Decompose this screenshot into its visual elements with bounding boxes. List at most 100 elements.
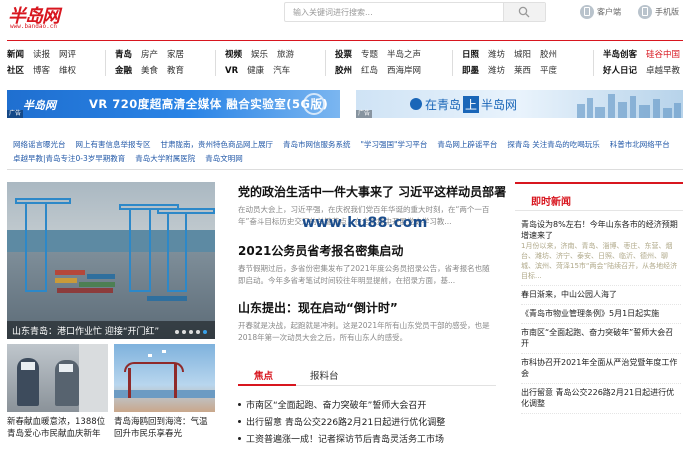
slide-dot[interactable] <box>189 330 193 334</box>
instant-news-item-title: 《青岛市物业管理条例》5月1日起实施 <box>521 309 660 318</box>
service-link[interactable]: 青岛网上辟谣平台 <box>437 140 497 149</box>
crane-arm <box>15 198 71 204</box>
nav-link[interactable]: 莱西 <box>514 64 531 76</box>
nav-link[interactable]: 金融 <box>115 64 132 76</box>
news-thumbnail[interactable] <box>7 344 108 412</box>
news-thumbnail[interactable] <box>114 344 215 412</box>
search-box <box>284 2 546 22</box>
gull <box>162 350 166 353</box>
nav-link[interactable]: 娱乐 <box>251 48 268 60</box>
window <box>79 344 108 412</box>
instant-news-item[interactable]: 青岛设为8%左右！今年山东各市的经济预期增速来了 1月份以来，济南、青岛、淄博、枣… <box>521 216 681 286</box>
nav-link[interactable]: 博客 <box>33 64 50 76</box>
service-links-row-2: 卓越早教|青岛专注0-3岁早期教育 青岛大学附属医院 青岛文明网 <box>13 153 683 164</box>
feed-item[interactable]: 出行留意 青岛公交226路2月21日起进行优化调整 <box>238 415 496 432</box>
mobile-link[interactable]: 手机版 <box>638 5 679 19</box>
banner-text: VR 720度超高清全媒体 融合实验室(5G版) <box>89 97 329 111</box>
slide-dot[interactable] <box>196 330 200 334</box>
location-pin-icon <box>410 98 422 110</box>
crane <box>25 202 47 292</box>
search-input[interactable] <box>285 3 503 21</box>
nav-link[interactable]: 半岛创客 <box>603 48 637 60</box>
slide-dot[interactable] <box>175 330 179 334</box>
service-link[interactable]: 卓越早教|青岛专注0-3岁早期教育 <box>13 154 125 163</box>
nav-link[interactable]: 读报 <box>33 48 50 60</box>
instant-news-item[interactable]: 市科协召开2021年全面从严治党暨年度工作会 <box>521 354 681 384</box>
nav-link[interactable]: VR <box>225 66 238 76</box>
nav-link[interactable]: 社区 <box>7 64 24 76</box>
tab-focus[interactable]: 焦点 <box>254 368 273 382</box>
nav-link[interactable]: 西海岸网 <box>387 64 421 76</box>
service-link[interactable]: 网上有害信息举报专区 <box>76 140 151 149</box>
slogan-post: 半岛网 <box>481 98 518 112</box>
nav-link[interactable]: 房产 <box>141 48 158 60</box>
thumbnail-caption[interactable]: 青岛海鸥回到海湾：气温回升市民乐享春光 <box>114 416 215 440</box>
nav-link[interactable]: 网评 <box>59 48 76 60</box>
banner-slogan: 在青岛上半岛网 <box>410 96 517 113</box>
feed-item[interactable]: 工资普遍涨一成！记者探访节后青岛灵活务工市场 <box>238 432 496 449</box>
nav-row: 胶州 红岛 西海岸网 <box>335 64 430 76</box>
service-link[interactable]: 青岛市网信服务系统 <box>283 140 351 149</box>
service-link[interactable]: 青岛大学附属医院 <box>135 154 195 163</box>
service-link[interactable]: 网络谣言曝光台 <box>13 140 66 149</box>
nav-link[interactable]: 教育 <box>167 64 184 76</box>
nav-link[interactable]: 半岛之声 <box>387 48 421 60</box>
tab-tipoff[interactable]: 报料台 <box>310 368 339 382</box>
main-nav: 新闻 读报 网评 社区 博客 维权 青岛 房产 家居 金融 美食 教育 视频 娱乐 旅游 VR 健康 汽车 投票 专题… <box>7 48 687 78</box>
vr-lab-banner[interactable]: 半岛网 VR 720度超高清全媒体 融合实验室(5G版) 广告 <box>7 90 340 118</box>
service-link[interactable]: 科普市北网络平台 <box>610 140 670 149</box>
photo-slideshow[interactable]: 山东青岛：港口作业忙 迎接“开门红” <box>7 182 215 339</box>
search-button[interactable] <box>503 3 545 21</box>
service-link[interactable]: "学习强国"学习平台 <box>361 140 428 149</box>
nav-link[interactable]: 即墨 <box>462 64 479 76</box>
thumbnail-caption[interactable]: 新春献血暖意浓，1388位青岛爱心市民献血庆新年 <box>7 416 108 440</box>
nav-link[interactable]: 汽车 <box>273 64 290 76</box>
nav-link[interactable]: 平度 <box>540 64 557 76</box>
nav-link[interactable]: 潍坊 <box>488 64 505 76</box>
logo-url: www.bandao.cn <box>10 23 57 30</box>
headline-title[interactable]: 党的政治生活中一件大事来了 习近平这样动员部署 <box>238 183 506 200</box>
slide-dot[interactable] <box>182 330 186 334</box>
sculpture-post <box>128 368 131 398</box>
nav-link[interactable]: 卓越早教 <box>646 64 680 76</box>
nav-link[interactable]: 投票 <box>335 48 352 60</box>
instant-news-item-summary: 1月份以来，济南、青岛、淄博、枣庄、东营、烟台、潍坊、济宁、泰安、日照、临沂、德… <box>521 242 678 280</box>
nav-link[interactable]: 硅谷中国 <box>646 48 680 60</box>
nav-link[interactable]: 红岛 <box>361 64 378 76</box>
nav-link[interactable]: 美食 <box>141 64 158 76</box>
crane <box>129 208 151 292</box>
nav-link[interactable]: 日照 <box>462 48 479 60</box>
instant-news-item[interactable]: 市南区“全面起跑、奋力突破年”誓师大会召开 <box>521 324 681 354</box>
nav-link[interactable]: 潍坊 <box>488 48 505 60</box>
nav-link[interactable]: 新闻 <box>7 48 24 60</box>
nav-link[interactable]: 视频 <box>225 48 242 60</box>
headline-title[interactable]: 山东提出：现在启动“倒计时” <box>238 299 496 316</box>
nav-link[interactable]: 维权 <box>59 64 76 76</box>
instant-news-item[interactable]: 出行留意 青岛公交226路2月21日起进行优化调整 <box>521 384 681 414</box>
nav-separator <box>215 50 216 76</box>
service-link[interactable]: 探青岛 关注青岛的吃喝玩乐 <box>507 140 599 149</box>
nav-link[interactable]: 青岛 <box>115 48 132 60</box>
site-logo[interactable]: 半岛网 www.bandao.cn <box>8 2 78 32</box>
instant-news-item[interactable]: 春日渐来，中山公园人海了 <box>521 286 681 305</box>
instant-news-item[interactable]: 《青岛市物业管理条例》5月1日起实施 <box>521 305 681 324</box>
nav-separator <box>593 50 594 76</box>
nav-link[interactable]: 专题 <box>361 48 378 60</box>
nav-link[interactable]: 健康 <box>247 64 264 76</box>
service-link[interactable]: 青岛文明网 <box>205 154 243 163</box>
feed-item[interactable]: 市南区“全面起跑、奋力突破年”誓师大会召开 <box>238 398 496 415</box>
nav-link[interactable]: 胶州 <box>540 48 557 60</box>
nav-row: VR 健康 汽车 <box>225 64 299 76</box>
slide-dot-active[interactable] <box>203 330 207 334</box>
nav-row: 青岛 房产 家居 <box>115 48 193 60</box>
container <box>57 288 113 293</box>
nav-link[interactable]: 旅游 <box>277 48 294 60</box>
service-link[interactable]: 甘肃陇南，贵州特色商品网上展厅 <box>161 140 274 149</box>
nav-link[interactable]: 胶州 <box>335 64 352 76</box>
nav-link[interactable]: 城阳 <box>514 48 531 60</box>
nav-link[interactable]: 好人日记 <box>603 64 637 76</box>
qingdao-banner[interactable]: 在青岛上半岛网 广告 <box>356 90 683 118</box>
client-link[interactable]: 客户端 <box>580 5 621 19</box>
headline-title[interactable]: 2021公务员省考报名密集启动 <box>238 242 496 259</box>
nav-link[interactable]: 家居 <box>167 48 184 60</box>
